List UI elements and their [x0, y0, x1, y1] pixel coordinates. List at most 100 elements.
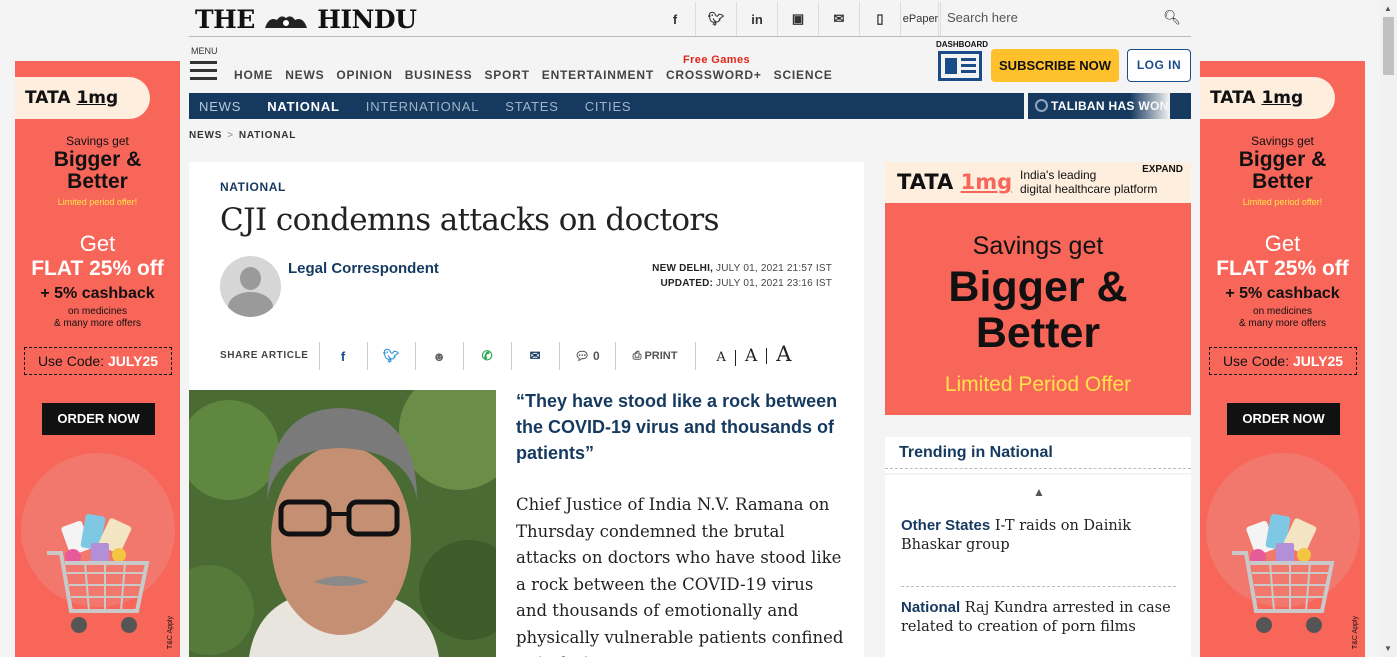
menu-label: MENU: [191, 46, 218, 56]
share-article-label: SHARE ARTICLE: [220, 342, 320, 370]
ad-tagline: India's leading digital healthcare platfo…: [1020, 168, 1158, 196]
ad-header-bar: TATA 1mg India's leading digital healthca…: [885, 162, 1191, 203]
section-cities[interactable]: CITIES: [572, 99, 645, 114]
mail-icon[interactable]: ✉: [819, 2, 860, 36]
nav-opinion[interactable]: OPINION: [336, 68, 392, 82]
scroll-up-arrow-icon[interactable]: ▲: [1033, 485, 1045, 499]
section-news[interactable]: NEWS: [189, 99, 254, 114]
breadcrumb: NEWS > NATIONAL: [189, 130, 296, 141]
font-size-medium[interactable]: A: [736, 348, 768, 365]
nav-home[interactable]: HOME: [234, 68, 273, 82]
scrollbar-up-arrow-icon[interactable]: ▲: [1384, 4, 1392, 13]
ad-order-now-button[interactable]: ORDER NOW: [1227, 403, 1340, 435]
author-name[interactable]: Legal Correspondent: [288, 260, 439, 277]
ad-coupon-code: Use Code: JULY25: [1209, 347, 1357, 375]
page: TATA 1mg Savings get Bigger & Better Limi…: [0, 0, 1397, 657]
ad-limited-text: Limited period offer!: [57, 197, 138, 207]
share-facebook-icon[interactable]: f: [320, 342, 368, 370]
ad-terms-text: T&C Apply: [1352, 615, 1359, 649]
login-button[interactable]: LOG IN: [1127, 49, 1191, 82]
left-side-ad[interactable]: TATA 1mg Savings get Bigger & Better Limi…: [15, 61, 180, 657]
nav-news[interactable]: NEWS: [285, 68, 324, 82]
nav-sport[interactable]: SPORT: [484, 68, 529, 82]
article-kicker[interactable]: NATIONAL: [220, 180, 286, 194]
article: NATIONAL CJI condemns attacks on doctors…: [189, 162, 864, 657]
scrollbar-thumb[interactable]: [1383, 17, 1394, 75]
top-nav: HOME NEWS OPINION BUSINESS SPORT ENTERTA…: [234, 68, 845, 82]
nav-entertainment[interactable]: ENTERTAINMENT: [542, 68, 654, 82]
dashboard-icon[interactable]: [938, 51, 982, 81]
print-button[interactable]: ⎙ PRINT: [616, 342, 696, 370]
article-dateline: NEW DELHI, JULY 01, 2021 21:57 IST UPDAT…: [652, 263, 832, 289]
ad-savings-text: Savings get: [66, 134, 129, 148]
breadcrumb-news[interactable]: NEWS: [189, 130, 222, 141]
nav-crossword[interactable]: CROSSWORD+: [666, 68, 762, 82]
the-hindu-logo[interactable]: THE HINDU: [195, 5, 417, 34]
article-photo[interactable]: [189, 390, 496, 657]
comment-icon: 💬︎: [574, 349, 593, 363]
trending-title: Trending in National: [899, 444, 1053, 461]
author-avatar: [220, 256, 281, 317]
comment-count: 0: [592, 349, 600, 363]
section-national[interactable]: NATIONAL: [254, 99, 353, 114]
font-size-small[interactable]: A: [708, 350, 736, 366]
share-twitter-icon[interactable]: 🐦︎: [368, 342, 416, 370]
search-icon[interactable]: 🔍︎: [1163, 9, 1181, 26]
section-international[interactable]: INTERNATIONAL: [353, 99, 492, 114]
twitter-icon[interactable]: 🐦︎: [696, 2, 737, 36]
social-links: f 🐦︎ in ▣ ✉ ▯ ePaper: [655, 2, 941, 36]
ad-cashback-text: + 5% cashback: [40, 285, 155, 302]
scrollbar-down-arrow-icon[interactable]: ▼: [1384, 644, 1392, 653]
ticker-separator: [1024, 93, 1028, 119]
ad-small-text: on medicines & many more offers: [53, 306, 142, 329]
share-bar: SHARE ARTICLE f 🐦︎ ☻ ✆ ✉ 💬︎ 0 ⎙ PRINT A …: [220, 342, 800, 370]
search-input[interactable]: [947, 10, 1157, 25]
nav-business[interactable]: BUSINESS: [405, 68, 473, 82]
comments-button[interactable]: 💬︎ 0: [560, 342, 616, 370]
share-email-icon[interactable]: ✉: [512, 342, 560, 370]
ad-get-text: Get: [1264, 231, 1301, 256]
nav-science[interactable]: SCIENCE: [774, 68, 833, 82]
trending-item[interactable]: Other States I-T raids on Dainik Bhaskar…: [901, 516, 1176, 555]
news-ticker[interactable]: TALIBAN HAS WON: [1025, 93, 1170, 119]
free-games-link[interactable]: Free Games: [683, 54, 750, 66]
trending-item[interactable]: National Raj Kundra arrested in case rel…: [901, 598, 1176, 637]
section-nav: NEWS NATIONAL INTERNATIONAL STATES CITIE…: [189, 93, 1191, 119]
share-reddit-icon[interactable]: ☻: [416, 342, 464, 370]
trending-divider: [885, 468, 1191, 469]
tata-1mg-logo: TATA 1mg: [15, 77, 150, 119]
facebook-icon[interactable]: f: [655, 2, 696, 36]
search-box: 🔍︎: [938, 2, 1191, 36]
section-states[interactable]: STATES: [492, 99, 571, 114]
ad-limited-text: Limited period offer!: [1242, 197, 1323, 207]
subscribe-now-button[interactable]: SUBSCRIBE NOW: [991, 49, 1119, 82]
ad-savings-text: Savings get: [1251, 134, 1314, 148]
ad-flat-text: FLAT 25% off: [31, 257, 164, 280]
ad-get-text: Get: [79, 231, 116, 256]
ad-expand-button[interactable]: EXPAND: [1142, 164, 1183, 175]
ticker-fade: [1130, 93, 1170, 119]
instagram-icon[interactable]: ▣: [778, 2, 819, 36]
shopping-cart-icon: [47, 513, 150, 633]
ad-limited-text: Limited Period Offer: [944, 373, 1132, 396]
linkedin-icon[interactable]: in: [737, 2, 778, 36]
hamburger-menu-icon[interactable]: [190, 61, 217, 81]
ad-order-now-button[interactable]: ORDER NOW: [42, 403, 155, 435]
emblem-icon: [265, 15, 307, 28]
breadcrumb-national[interactable]: NATIONAL: [239, 130, 296, 141]
masthead: THE HINDU f 🐦︎ in ▣ ✉ ▯ ePaper 🔍︎: [189, 0, 1191, 37]
trending-panel: Trending in National ▲ Other States I-T …: [885, 437, 1191, 657]
article-pullquote: “They have stood like a rock between the…: [516, 391, 838, 463]
right-side-ad[interactable]: TATA 1mg Savings get Bigger & Better Limi…: [1200, 61, 1365, 657]
ad-bigger-text: Bigger & Better: [948, 263, 1128, 357]
tata-1mg-logo: TATA 1mg: [1200, 77, 1335, 119]
epaper-link[interactable]: ePaper: [901, 2, 941, 36]
ad-small-text: on medicines & many more offers: [1238, 306, 1327, 329]
font-size-large[interactable]: A: [767, 344, 800, 365]
vertical-scrollbar[interactable]: ▲ ▼: [1380, 0, 1397, 657]
share-whatsapp-icon[interactable]: ✆: [464, 342, 512, 370]
right-column-ad[interactable]: TATA 1mg India's leading digital healthca…: [885, 162, 1191, 415]
mobile-icon[interactable]: ▯: [860, 2, 901, 36]
shopping-cart-icon: [1232, 513, 1335, 633]
ticker-dot-icon: [1035, 99, 1048, 112]
